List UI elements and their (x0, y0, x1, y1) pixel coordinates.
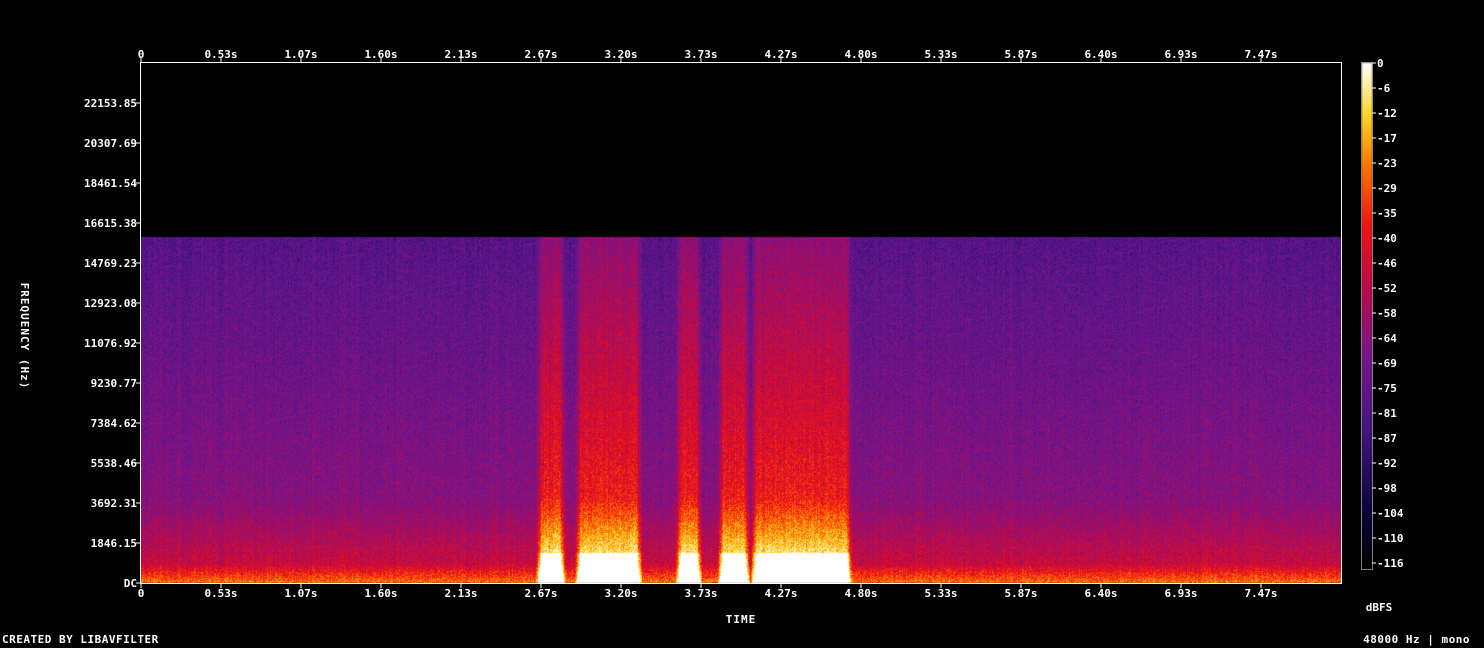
x-tick-label-top: 0 (138, 48, 145, 61)
colorbar-tick-label: -116 (1377, 557, 1404, 570)
colorbar-tick-label: -69 (1377, 357, 1397, 370)
x-tick-label-top: 1.60s (364, 48, 397, 61)
chart-overlay: 0 0.53s 1.07s 1.60s 2.13s 2.67s 3.20s 3.73s 4.27… (18, 48, 1404, 626)
y-tick-label: 20307.69 (84, 137, 137, 150)
colorbar-tick-label: -98 (1377, 482, 1397, 495)
x-tick-label-bottom: 4.80s (844, 587, 877, 600)
colorbar-tick-label: -64 (1377, 332, 1397, 345)
colorbar-axis: 0 -6 -12 -17 -23 -29 -35 -40 -46 -52 -58 -64 -69 -75 -… (1361, 57, 1404, 570)
y-tick-label: 11076.92 (84, 337, 137, 350)
colorbar-tick-label: -23 (1377, 157, 1397, 170)
x-tick-label-bottom: 2.13s (444, 587, 477, 600)
y-tick-label: 18461.54 (84, 177, 137, 190)
colorbar-tick-label: 0 (1377, 57, 1384, 70)
y-tick-label: 7384.62 (91, 417, 137, 430)
colorbar-tick-label: -92 (1377, 457, 1397, 470)
colorbar-tick-label: -17 (1377, 132, 1397, 145)
colorbar-tick-label: -81 (1377, 407, 1397, 420)
x-tick-label-bottom: 6.40s (1084, 587, 1117, 600)
y-tick-label: 3692.31 (91, 497, 138, 510)
colorbar-tick-label: -6 (1377, 82, 1391, 95)
x-tick-label-top: 1.07s (284, 48, 317, 61)
x-tick-label-bottom: 5.33s (924, 587, 957, 600)
x-tick-label-bottom: 1.07s (284, 587, 317, 600)
colorbar-tick-label: -58 (1377, 307, 1397, 320)
x-tick-label-bottom: 2.67s (524, 587, 557, 600)
footer-format: 48000 Hz | mono (1363, 633, 1470, 646)
x-axis-top: 0 0.53s 1.07s 1.60s 2.13s 2.67s 3.20s 3.73s 4.27… (138, 48, 1278, 63)
x-tick-label-bottom: 3.20s (604, 587, 637, 600)
x-tick-label-top: 0.53s (204, 48, 237, 61)
x-tick-label-bottom: 3.73s (684, 587, 717, 600)
y-tick-label: 22153.85 (84, 97, 137, 110)
y-tick-label: 1846.15 (91, 537, 137, 550)
colorbar-tick-label: -29 (1377, 182, 1397, 195)
colorbar-tick-label: -40 (1377, 232, 1397, 245)
x-tick-label-bottom: 0 (138, 587, 145, 600)
y-tick-label: 12923.08 (84, 297, 137, 310)
colorbar-tick-label: -110 (1377, 532, 1404, 545)
y-tick-label: 16615.38 (84, 217, 137, 230)
colorbar-tick-label: -87 (1377, 432, 1397, 445)
x-tick-label-bottom: 6.93s (1164, 587, 1197, 600)
x-tick-label-top: 6.93s (1164, 48, 1197, 61)
y-axis-title: FREQUENCY (Hz) (18, 283, 31, 390)
x-tick-label-top: 4.27s (764, 48, 797, 61)
x-tick-label-bottom: 5.87s (1004, 587, 1037, 600)
colorbar-tick-label: -75 (1377, 382, 1397, 395)
y-tick-label: 9230.77 (91, 377, 137, 390)
x-axis-bottom: 0 0.53s 1.07s 1.60s 2.13s 2.67s 3.20s 3.73s 4.27… (138, 583, 1278, 600)
x-axis-title: TIME (726, 613, 757, 626)
x-tick-label-top: 2.67s (524, 48, 557, 61)
x-tick-label-top: 6.40s (1084, 48, 1117, 61)
x-tick-label-top: 3.73s (684, 48, 717, 61)
x-tick-label-bottom: 0.53s (204, 587, 237, 600)
y-axis: DC 1846.15 3692.31 5538.46 7384.62 9230.77 110… (84, 97, 141, 590)
colorbar-tick-label: -52 (1377, 282, 1397, 295)
x-tick-label-top: 5.87s (1004, 48, 1037, 61)
colorbar-tick-label: -12 (1377, 107, 1397, 120)
x-tick-label-top: 2.13s (444, 48, 477, 61)
colorbar-tick-label: -46 (1377, 257, 1397, 270)
x-tick-label-top: 5.33s (924, 48, 957, 61)
colorbar-tick-label: -104 (1377, 507, 1404, 520)
x-tick-label-bottom: 4.27s (764, 587, 797, 600)
x-tick-label-bottom: 1.60s (364, 587, 397, 600)
x-tick-label-top: 7.47s (1244, 48, 1277, 61)
y-tick-label: DC (124, 577, 137, 590)
colorbar-tick-label: -35 (1377, 207, 1397, 220)
x-tick-label-top: 3.20s (604, 48, 637, 61)
plot-frame (140, 62, 1342, 584)
footer-credit: CREATED BY LIBAVFILTER (2, 633, 159, 646)
x-tick-label-bottom: 7.47s (1244, 587, 1277, 600)
colorbar (1361, 62, 1373, 570)
y-tick-label: 5538.46 (91, 457, 138, 470)
y-tick-label: 14769.23 (84, 257, 137, 270)
x-tick-label-top: 4.80s (844, 48, 877, 61)
colorbar-label: dBFS (1366, 601, 1393, 614)
